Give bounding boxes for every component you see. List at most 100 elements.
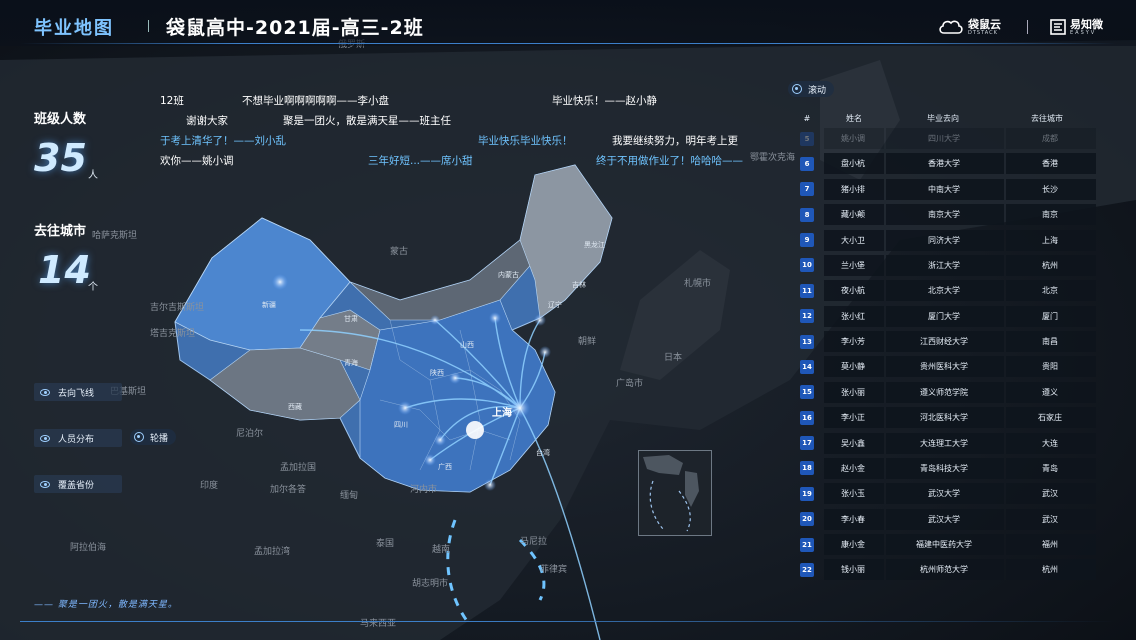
- brand2-name: 易知微: [1070, 17, 1103, 31]
- cell-destination: 贵州医科大学: [886, 356, 1004, 378]
- index-badge: 5: [800, 131, 814, 146]
- cell-destination: 杭州师范大学: [886, 559, 1004, 581]
- table-row[interactable]: 20 李小春 武汉大学 武汉: [790, 508, 1120, 530]
- province-label-qinghai: 青海: [344, 359, 358, 367]
- cell-name: 康小金: [824, 534, 884, 556]
- cell-destination: 青岛科技大学: [886, 457, 1004, 479]
- table-row[interactable]: 18 赵小金 青岛科技大学 青岛: [790, 457, 1120, 479]
- row-index: 8: [790, 207, 824, 222]
- cell-name: 李小春: [824, 508, 884, 530]
- row-index: 7: [790, 182, 824, 197]
- table-row[interactable]: 19 张小玉 武汉大学 武汉: [790, 483, 1120, 505]
- provinces-label: 覆盖省份: [58, 480, 95, 491]
- south-china-sea-inset: [638, 450, 712, 536]
- message-bubble: 毕业快乐！——赵小静: [552, 95, 657, 107]
- table-row[interactable]: 14 莫小静 贵州医科大学 贵阳: [790, 356, 1120, 378]
- cell-destination: 江西财经大学: [886, 331, 1004, 353]
- brand1-sub: DTSTACK: [968, 29, 998, 36]
- table-row[interactable]: 9 大小卫 同济大学 上海: [790, 229, 1120, 251]
- dashboard: 俄罗斯 哈萨克斯坦 吉尔吉斯斯坦 塔吉克斯坦 巴基斯坦 蒙古 印度 尼泊尔 孟加…: [0, 0, 1136, 640]
- message-bubble: 12班: [160, 95, 184, 107]
- table-row[interactable]: 11 夜小航 北京大学 北京: [790, 280, 1120, 302]
- cell-city: 福州: [1006, 534, 1096, 556]
- table-row[interactable]: 16 李小正 河北医科大学 石家庄: [790, 407, 1120, 429]
- row-index: 13: [790, 334, 824, 349]
- province-label-guangxi: 广西: [438, 463, 452, 471]
- table-row[interactable]: 8 藏小颠 南京大学 南京: [790, 204, 1120, 226]
- row-index: 6: [790, 156, 824, 171]
- radio-icon: [134, 432, 144, 442]
- province-label-jilin: 吉林: [572, 281, 586, 289]
- cell-city: 北京: [1006, 280, 1096, 302]
- map-label-bangladesh: 孟加拉国: [280, 463, 317, 473]
- column-header-city: 去往城市: [1031, 113, 1063, 123]
- row-index: 15: [790, 385, 824, 400]
- message-bubble: 三年好短...——席小甜: [368, 155, 473, 167]
- cell-name: 钱小丽: [824, 559, 884, 581]
- table-row[interactable]: 17 吴小鑫 大连理工大学 大连: [790, 432, 1120, 454]
- table-row[interactable]: 21 康小金 福建中医药大学 福州: [790, 534, 1120, 556]
- cell-name: 张小丽: [824, 381, 884, 403]
- map-label-thailand: 泰国: [376, 539, 395, 549]
- eye-icon: [40, 434, 50, 442]
- index-badge: 9: [800, 233, 814, 248]
- map-label-kazakhstan: 哈萨克斯坦: [92, 231, 138, 241]
- carousel-toggle[interactable]: 轮播: [130, 429, 177, 445]
- row-index: 11: [790, 283, 824, 298]
- cell-city: 成都: [1006, 128, 1096, 150]
- message-bubble: 终于不用做作业了！哈哈哈——: [596, 155, 743, 167]
- table-row[interactable]: 13 李小芳 江西财经大学 南昌: [790, 331, 1120, 353]
- message-bubble: 我要继续努力，明年考上更: [612, 135, 738, 147]
- province-label-shanxi: 山西: [460, 341, 474, 349]
- scroll-toggle[interactable]: 滚动: [788, 81, 835, 97]
- cities-value: 14: [38, 248, 91, 292]
- map-label-hanoi: 河内市: [410, 485, 438, 495]
- title-divider: [148, 20, 149, 32]
- map-label-okhotsk: 鄂霍次克海: [750, 153, 796, 163]
- map-label-kyrgyzstan: 吉尔吉斯斯坦: [150, 303, 205, 313]
- table-row[interactable]: 22 钱小丽 杭州师范大学 杭州: [790, 559, 1120, 581]
- cell-name: 大小卫: [824, 229, 884, 251]
- cell-destination: 福建中医药大学: [886, 534, 1004, 556]
- index-badge: 14: [800, 359, 814, 374]
- scroll-label: 滚动: [808, 85, 827, 96]
- column-header-name: 姓名: [846, 113, 862, 123]
- index-badge: 18: [800, 461, 814, 476]
- index-badge: 8: [800, 207, 814, 222]
- index-badge: 16: [800, 410, 814, 425]
- table-row[interactable]: 12 张小红 厦门大学 厦门: [790, 305, 1120, 327]
- distribution-toggle[interactable]: 人员分布: [34, 429, 122, 447]
- message-bubble: 欢你——姚小调: [160, 155, 234, 167]
- flight-lines-toggle[interactable]: 去向飞线: [34, 383, 122, 401]
- province-label-gansu: 甘肃: [344, 315, 358, 323]
- class-size-unit: 人: [88, 170, 98, 181]
- index-badge: 7: [800, 182, 814, 197]
- carousel-label: 轮播: [150, 433, 169, 444]
- cell-city: 南京: [1006, 204, 1096, 226]
- map-label-bengal-bay: 孟加拉湾: [254, 547, 291, 557]
- index-badge: 6: [800, 156, 814, 171]
- table-row[interactable]: 15 张小丽 遵义师范学院 遵义: [790, 381, 1120, 403]
- provinces-toggle[interactable]: 覆盖省份: [34, 475, 122, 493]
- cell-city: 杭州: [1006, 559, 1096, 581]
- header-underline: [20, 43, 1116, 44]
- index-badge: 11: [800, 283, 814, 298]
- table-row[interactable]: 5 姚小调 四川大学 成都: [790, 128, 1120, 150]
- map-label-arabian-sea: 阿拉伯海: [70, 543, 107, 553]
- index-badge: 17: [800, 436, 814, 451]
- table-row[interactable]: 10 兰小堡 浙江大学 杭州: [790, 254, 1120, 276]
- cloud-icon: [939, 20, 963, 34]
- province-label-liaoning: 辽宁: [548, 301, 562, 309]
- index-badge: 22: [800, 562, 814, 577]
- easyv-icon: [1050, 19, 1066, 35]
- cell-destination: 同济大学: [886, 229, 1004, 251]
- radio-icon: [792, 84, 802, 94]
- table-row[interactable]: 6 盘小杭 香港大学 香港: [790, 153, 1120, 175]
- message-bubble: 毕业快乐毕业快乐！: [478, 135, 573, 147]
- cell-name: 兰小堡: [824, 254, 884, 276]
- table-row[interactable]: 7 猪小排 中南大学 长沙: [790, 178, 1120, 200]
- cities-label: 去往城市: [34, 224, 87, 239]
- graduate-table[interactable]: # 姓名 毕业去向 去往城市 5 姚小调 四川大学 成都 6 盘小杭 香港大学 香港 7 猪小排中…: [790, 108, 1120, 585]
- cell-destination: 香港大学: [886, 153, 1004, 175]
- province-label-heilongjiang: 黑龙江: [584, 241, 605, 249]
